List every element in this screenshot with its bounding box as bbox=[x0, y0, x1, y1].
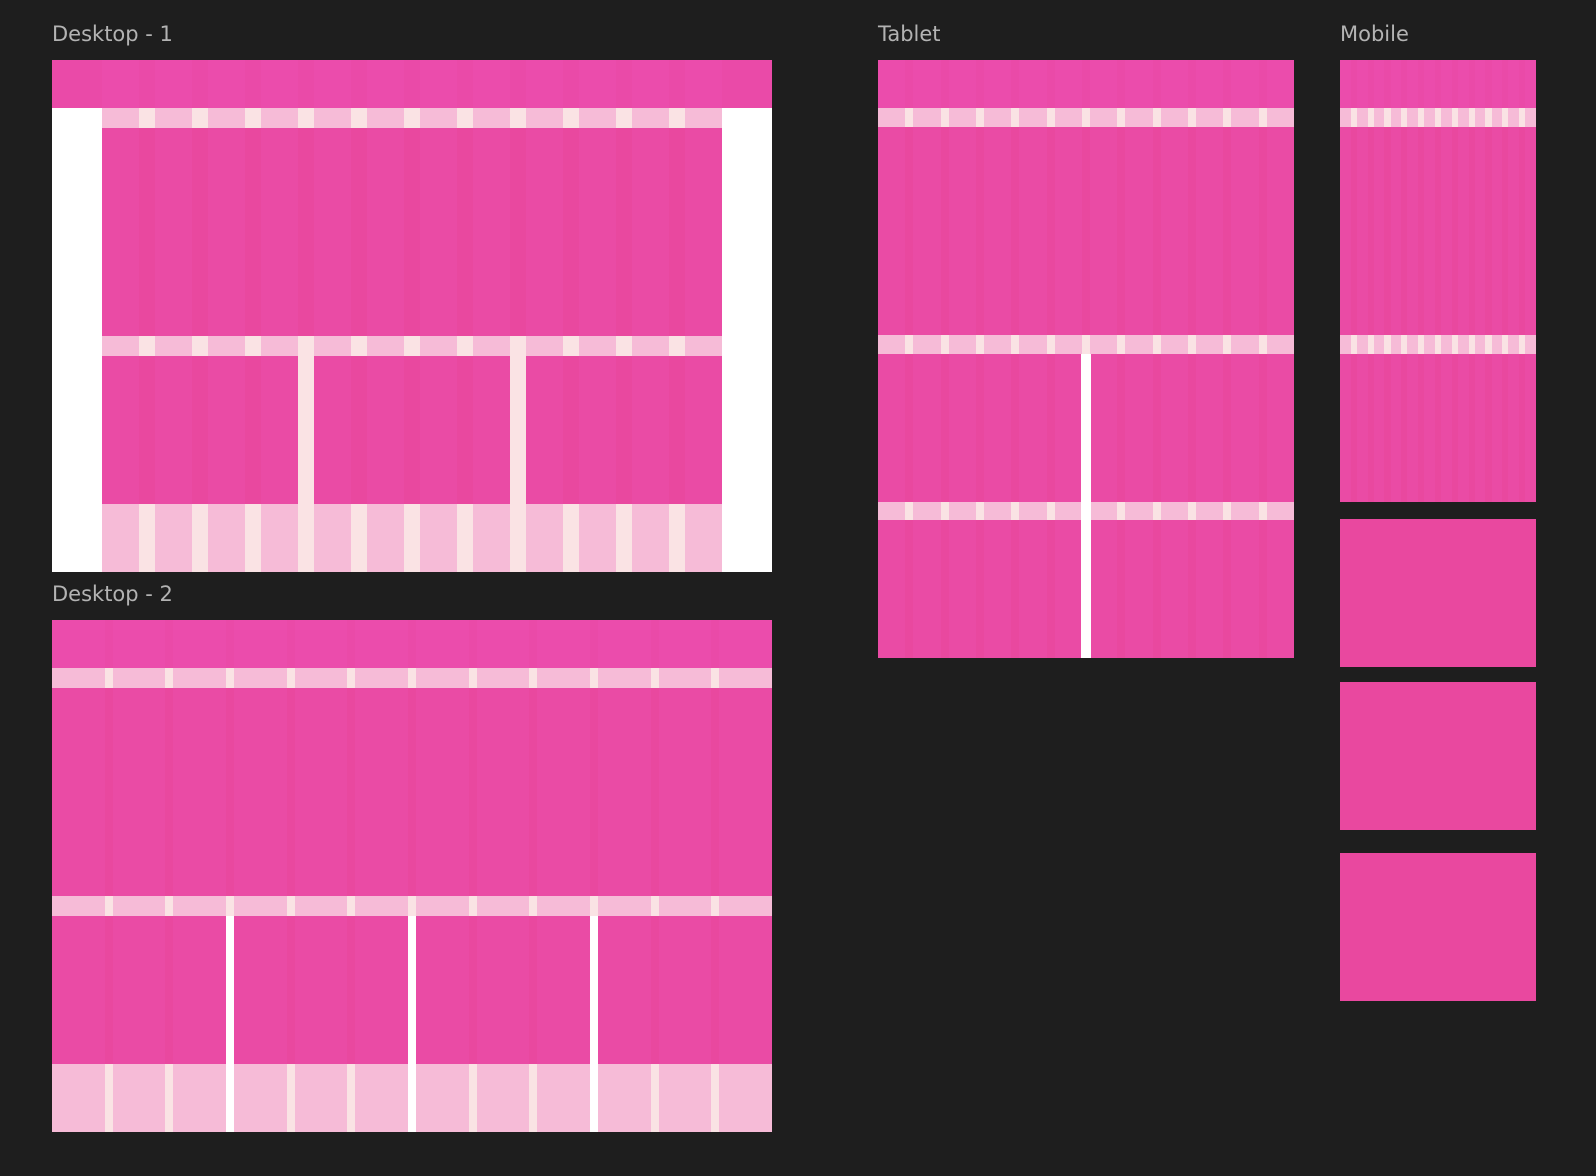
card-divider bbox=[226, 916, 234, 1132]
card-divider bbox=[1081, 354, 1091, 658]
hero-block[interactable] bbox=[52, 688, 772, 896]
frame-mobile[interactable] bbox=[1340, 60, 1536, 502]
card-block-3[interactable] bbox=[526, 356, 722, 504]
header-block[interactable] bbox=[1340, 60, 1536, 108]
card-divider bbox=[590, 916, 598, 1132]
frame-label-desktop-2[interactable]: Desktop - 2 bbox=[52, 582, 173, 606]
header-block[interactable] bbox=[52, 620, 772, 668]
hero-block[interactable] bbox=[878, 127, 1294, 335]
mobile-card-4[interactable] bbox=[1340, 853, 1536, 1001]
frame-desktop-1[interactable] bbox=[52, 60, 772, 572]
card-block-1[interactable] bbox=[102, 356, 298, 504]
hero-block[interactable] bbox=[1340, 127, 1536, 335]
hero-block[interactable] bbox=[102, 128, 722, 336]
frame-label-desktop-1[interactable]: Desktop - 1 bbox=[52, 22, 173, 46]
frame-label-mobile[interactable]: Mobile bbox=[1340, 22, 1409, 46]
header-block[interactable] bbox=[52, 60, 772, 108]
card-divider bbox=[408, 916, 416, 1132]
frame-tablet[interactable] bbox=[878, 60, 1294, 658]
card-block-2[interactable] bbox=[314, 356, 510, 504]
mobile-card-3[interactable] bbox=[1340, 682, 1536, 830]
mobile-card-2[interactable] bbox=[1340, 519, 1536, 667]
header-block[interactable] bbox=[878, 60, 1294, 108]
card-block[interactable] bbox=[1340, 354, 1536, 502]
frame-label-tablet[interactable]: Tablet bbox=[878, 22, 941, 46]
frame-desktop-2[interactable] bbox=[52, 620, 772, 1132]
